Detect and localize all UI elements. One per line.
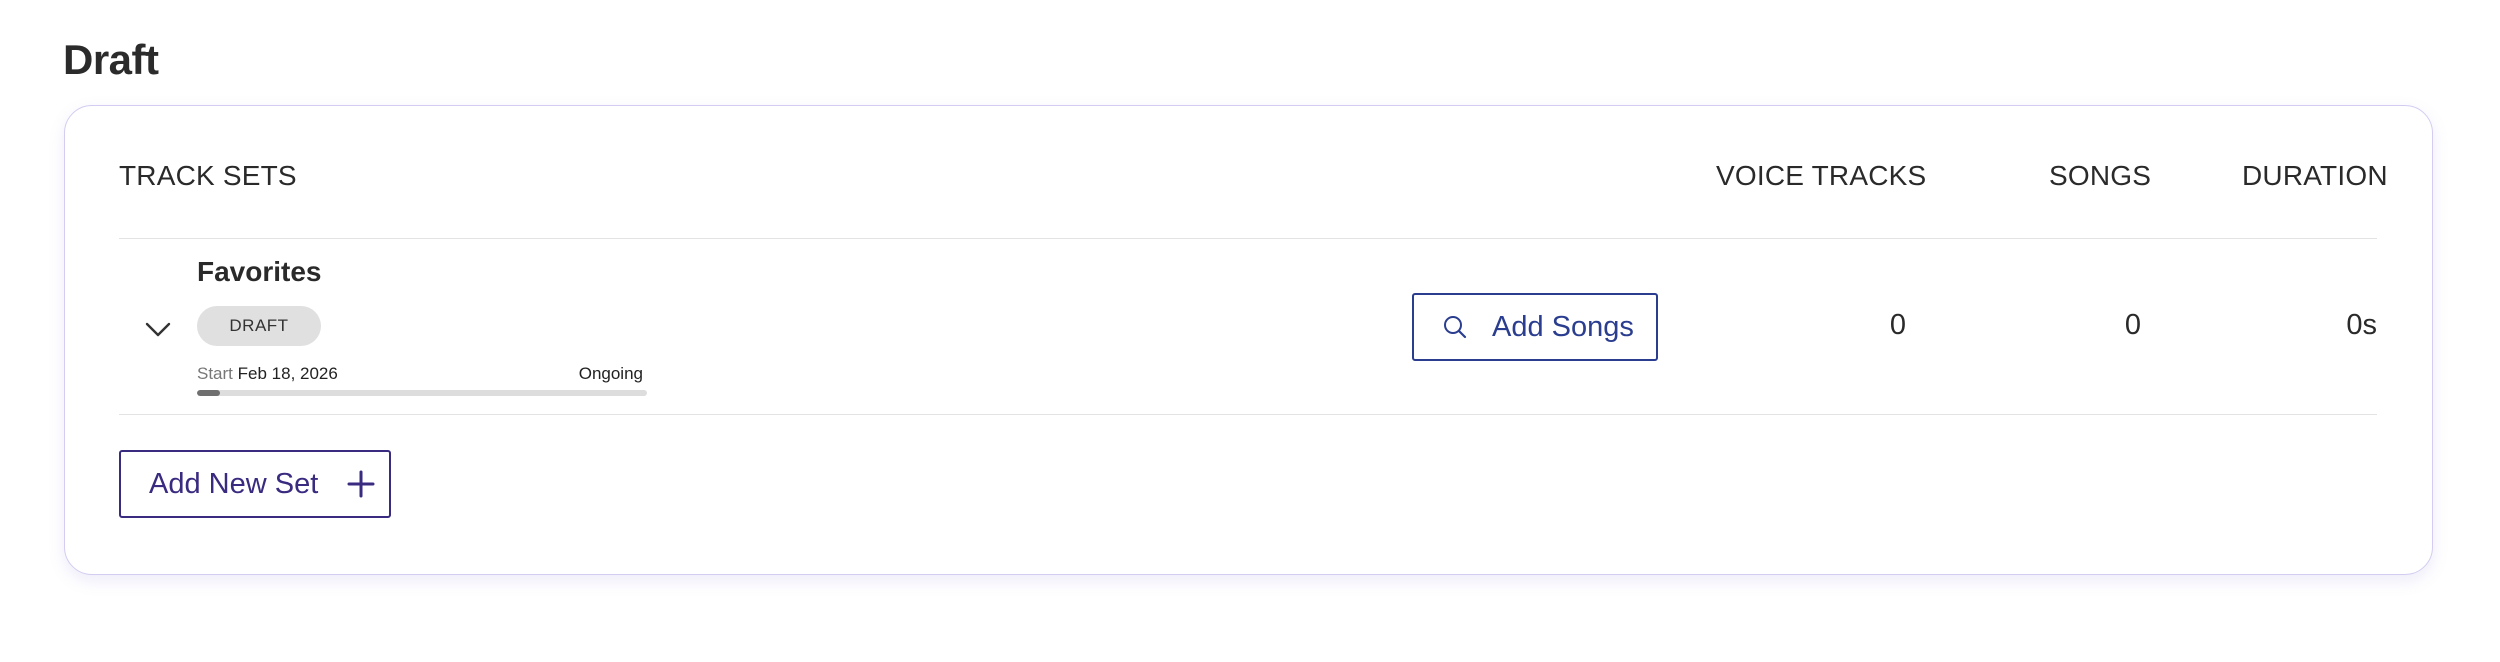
add-new-set-button[interactable]: Add New Set xyxy=(119,450,391,518)
start-date: Feb 18, 2026 xyxy=(237,364,338,383)
chevron-down-icon[interactable] xyxy=(143,314,173,344)
duration-value: 0s xyxy=(2346,309,2377,341)
schedule-info: Start Feb 18, 2026 Ongoing xyxy=(197,364,643,384)
header-duration: DURATION xyxy=(2242,160,2388,191)
add-songs-button[interactable]: Add Songs xyxy=(1412,293,1658,361)
search-icon xyxy=(1444,316,1467,339)
header-voice-tracks: VOICE TRACKS xyxy=(1716,160,1927,191)
header-divider xyxy=(119,238,2377,239)
end-label: Ongoing xyxy=(578,364,643,383)
plus-icon xyxy=(347,470,375,498)
schedule-progress-fill xyxy=(197,390,220,396)
voice-tracks-count: 0 xyxy=(1889,309,1906,341)
songs-count: 0 xyxy=(2124,309,2141,341)
add-new-set-label: Add New Set xyxy=(149,467,319,500)
start-label: Start xyxy=(197,364,233,383)
add-songs-label: Add Songs xyxy=(1492,310,1634,343)
schedule-progress-bar xyxy=(197,390,647,396)
status-badge: DRAFT xyxy=(197,306,321,346)
row-divider xyxy=(119,414,2377,415)
set-name: Favorites xyxy=(197,256,322,287)
header-songs: SONGS xyxy=(2049,160,2152,191)
page-title: Draft xyxy=(63,36,159,83)
header-track-sets: TRACK SETS xyxy=(119,160,297,191)
